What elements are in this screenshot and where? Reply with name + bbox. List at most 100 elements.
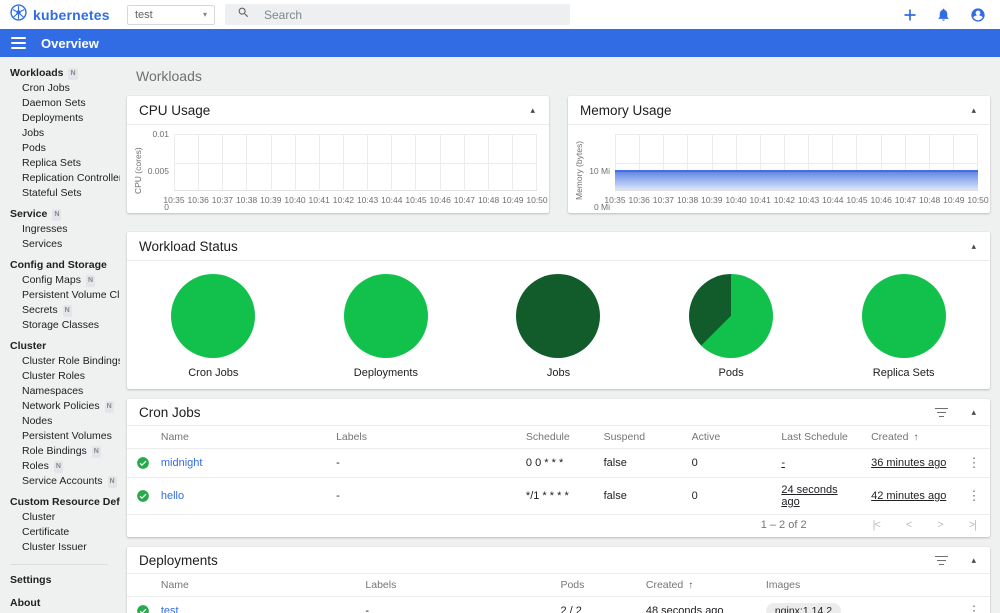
column-header-name[interactable]: Name [152,426,329,449]
image-chip: nginx:1.14.2 [765,603,842,613]
y-tick-label: 0.01 [152,129,169,139]
column-header-active[interactable]: Active [683,426,774,449]
x-axis-tick-label: 10:44 [822,195,844,205]
sidebar-item-about[interactable]: About [10,596,120,611]
sidebar-item-label: Cluster Role Bindings [22,355,120,367]
collapse-card-icon[interactable]: ▴ [969,555,978,566]
namespaced-badge: N [107,475,117,488]
row-actions-kebab-icon[interactable]: ⋮ [958,477,990,515]
sidebar-item-label: Cluster Issuer [22,541,87,553]
namespaced-badge: N [53,460,63,473]
sidebar-item-daemon-sets[interactable]: Daemon Sets [10,96,120,111]
collapse-card-icon[interactable]: ▴ [528,105,537,116]
sidebar-item-role-bindings[interactable]: Role Bindings N [10,444,120,459]
sidebar-item-services[interactable]: Services [10,237,120,252]
collapse-card-icon[interactable]: ▴ [969,105,978,116]
kubernetes-logo[interactable]: kubernetes [10,3,122,26]
next-page-icon[interactable]: > [937,519,944,531]
filter-icon[interactable] [934,553,949,568]
status-ok-icon [127,596,153,613]
logo-text: kubernetes [33,6,110,23]
deployment-name-link[interactable]: test [161,605,179,613]
sidebar-item-settings[interactable]: Settings [10,573,120,588]
pie-label: Deployments [353,367,418,379]
search-bar[interactable] [225,4,570,25]
sidebar-item-ingresses[interactable]: Ingresses [10,222,120,237]
y-axis-label: Memory (bytes) [574,140,584,201]
column-header-labels[interactable]: Labels [328,426,518,449]
column-header-schedule[interactable]: Schedule [517,426,596,449]
x-axis-tick-label: 10:39 [701,195,723,205]
menu-hamburger-icon[interactable] [11,34,26,52]
x-axis-tick-label: 10:38 [676,195,699,205]
first-page-icon[interactable]: |< [873,519,881,531]
last-page-icon[interactable]: >| [969,519,977,531]
sidebar-item-secrets[interactable]: Secrets N [10,303,120,318]
memory-usage-area-series [615,169,978,190]
cell-suspend: false [595,477,684,515]
sidebar-item-config-maps[interactable]: Config Maps N [10,273,120,288]
sidebar-item-replication-controllers[interactable]: Replication Controllers [10,171,120,186]
x-axis-tick-label: 10:36 [187,195,209,205]
sidebar-item-persistent-volume-claims[interactable]: Persistent Volume ClaimsN [10,288,120,303]
row-actions-kebab-icon[interactable]: ⋮ [958,596,990,613]
sidebar-item-pods[interactable]: Pods [10,141,120,156]
sidebar-item-service-accounts[interactable]: Service Accounts N [10,474,120,489]
pie-label: Pods [718,367,744,379]
column-header-pods[interactable]: Pods [552,574,638,597]
user-account-icon[interactable] [970,7,986,23]
sidebar-item-stateful-sets[interactable]: Stateful Sets [10,186,120,201]
filter-icon[interactable] [934,405,949,420]
sidebar-section-label: Cluster [10,340,47,352]
cell-schedule: */1 * * * * [517,477,596,515]
x-axis-tick-label: 10:45 [846,195,868,205]
collapse-card-icon[interactable]: ▴ [969,407,978,418]
y-axis-label: CPU (cores) [133,147,143,194]
previous-page-icon[interactable]: < [906,519,913,531]
sidebar-item-label: Roles [22,460,49,472]
cronjob-name-link[interactable]: midnight [161,457,203,469]
sidebar-item-label: Config Maps [22,274,81,286]
column-header-name[interactable]: Name [152,574,358,597]
notifications-bell-icon[interactable] [936,7,951,22]
cell-active: 0 [683,448,774,478]
collapse-card-icon[interactable]: ▴ [969,241,978,252]
workload-status-deployments: Deployments [300,274,473,379]
sidebar-item-cluster-role-bindings[interactable]: Cluster Role Bindings [10,354,120,369]
sidebar-item-cluster-issuer[interactable]: Cluster Issuer [10,540,120,555]
memory-plot-area [615,134,979,191]
cronjob-name-link[interactable]: hello [161,490,184,502]
column-header-created[interactable]: Created ↑ [863,426,959,449]
row-actions-kebab-icon[interactable]: ⋮ [958,448,990,478]
x-axis-tick-label: 10:49 [943,195,965,205]
sidebar-item-replica-sets[interactable]: Replica Sets [10,156,120,171]
sidebar-item-certificate[interactable]: Certificate [10,525,120,540]
sidebar-item-deployments[interactable]: Deployments [10,111,120,126]
column-header-last-schedule[interactable]: Last Schedule [773,426,864,449]
column-header-suspend[interactable]: Suspend [595,426,684,449]
x-axis-tick-label: 10:45 [405,195,427,205]
cell-suspend: false [595,448,684,478]
table-row: test - 2 / 2 48 seconds ago nginx:1.14.2… [127,596,990,613]
sidebar-item-cron-jobs[interactable]: Cron Jobs [10,81,120,96]
sidebar-item-cluster[interactable]: Cluster [10,510,120,525]
x-axis-tick-label: 10:36 [628,195,650,205]
sidebar-item-roles[interactable]: Roles N [10,459,120,474]
column-header-images[interactable]: Images [757,574,959,597]
search-input[interactable] [262,6,512,23]
sidebar-item-cluster-roles[interactable]: Cluster Roles [10,369,120,384]
cell-labels: - [357,596,553,613]
sidebar-item-network-policies[interactable]: Network Policies N [10,399,120,414]
namespace-selector[interactable]: test ▾ [127,4,215,25]
top-app-bar: kubernetes test ▾ [0,0,1000,29]
sidebar-item-namespaces[interactable]: Namespaces [10,384,120,399]
sidebar-item-storage-classes[interactable]: Storage Classes [10,318,120,333]
create-resource-button[interactable] [903,8,917,22]
x-axis-tick-label: 10:38 [235,195,258,205]
sidebar-item-nodes[interactable]: Nodes [10,414,120,429]
sidebar-item-label: Secrets [22,304,58,316]
sidebar-item-jobs[interactable]: Jobs [10,126,120,141]
column-header-created[interactable]: Created ↑ [637,574,758,597]
sidebar-item-persistent-volumes[interactable]: Persistent Volumes [10,429,120,444]
column-header-labels[interactable]: Labels [357,574,553,597]
